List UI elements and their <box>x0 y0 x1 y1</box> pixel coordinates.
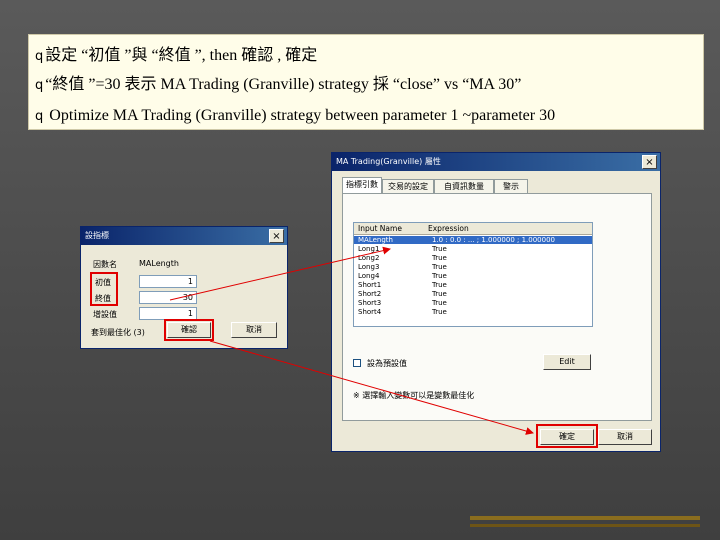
arrow-to-ok <box>209 340 534 435</box>
arrow-to-list <box>169 246 391 301</box>
footer-bar <box>470 524 700 527</box>
annotation-arrows <box>169 246 534 435</box>
footer-bar <box>470 516 700 520</box>
